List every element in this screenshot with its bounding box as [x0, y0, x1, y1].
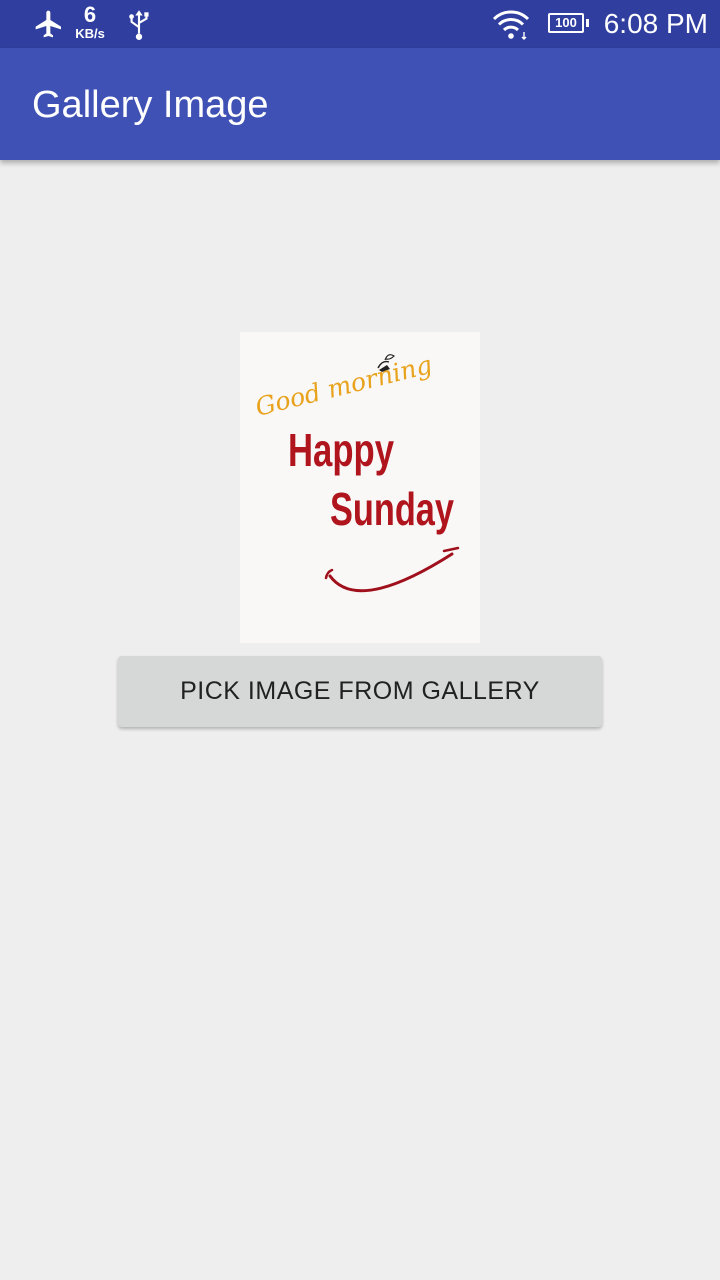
usb-icon	[124, 0, 154, 48]
clock: 6:08 PM	[603, 8, 708, 39]
status-bar: 6 KB/s 100 6:08 PM	[0, 0, 720, 48]
battery-icon: 100	[548, 13, 584, 33]
battery-level: 100	[555, 15, 577, 30]
network-speed-value: 6	[83, 2, 97, 27]
selected-image-preview: Good morning Happy Sunday	[240, 332, 480, 643]
pick-image-button[interactable]: PICK IMAGE FROM GALLERY	[118, 656, 602, 727]
smile-curve	[328, 552, 454, 593]
sunday-text: Sunday	[330, 483, 454, 535]
good-morning-text: Good morning	[252, 350, 435, 422]
happy-text: Happy	[288, 424, 394, 476]
network-speed: 6 KB/s	[70, 2, 110, 41]
airplane-mode-icon	[32, 0, 66, 48]
happy-sunday-graphic: Good morning Happy Sunday	[252, 350, 460, 593]
smile-right-cap	[442, 546, 460, 553]
page-title: Gallery Image	[32, 84, 269, 126]
network-speed-unit: KB/s	[75, 26, 105, 41]
wifi-icon	[490, 0, 532, 48]
app-bar: Gallery Image	[0, 48, 720, 160]
battery-tip	[586, 19, 589, 27]
